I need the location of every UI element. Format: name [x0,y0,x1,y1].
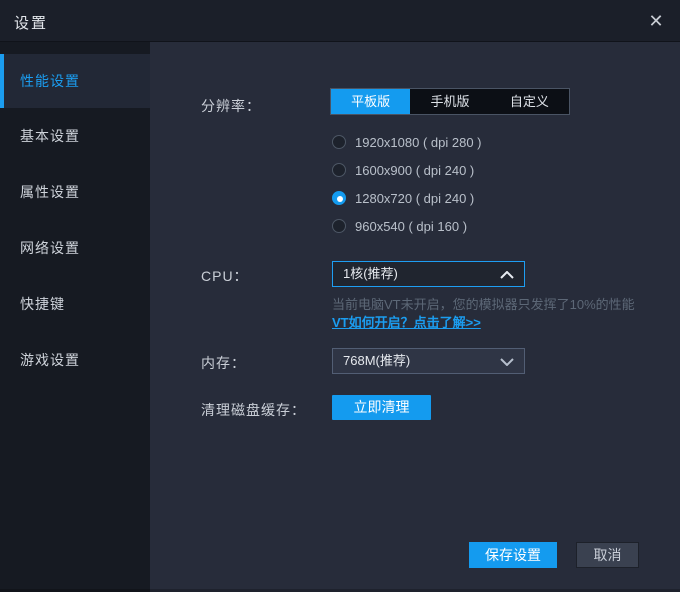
radio-icon [332,135,346,149]
cpu-dropdown-value: 1核(推荐) [343,266,398,281]
sidebar-item-network[interactable]: 网络设置 [0,220,150,276]
radio-label: 1920x1080 ( dpi 280 ) [355,134,482,150]
sidebar-item-shortcuts[interactable]: 快捷键 [0,276,150,332]
cancel-button[interactable]: 取消 [576,542,639,568]
titlebar: 设置 ✕ [0,0,680,42]
sidebar-item-label: 网络设置 [20,240,80,256]
sidebar-item-label: 性能设置 [20,73,80,89]
cpu-label: CPU： [201,268,249,284]
vt-warning-text: 当前电脑VT未开启，您的模拟器只发挥了10%的性能 [332,297,635,312]
chevron-up-icon [500,271,514,279]
radio-label: 960x540 ( dpi 160 ) [355,218,468,234]
clean-cache-label: 清理磁盘缓存： [201,402,306,418]
vt-help-link[interactable]: VT如何开启？点击了解>> [332,312,481,331]
radio-label: 1600x900 ( dpi 240 ) [355,162,475,178]
sidebar-item-property[interactable]: 属性设置 [0,164,150,220]
cpu-dropdown[interactable]: 1核(推荐) [332,261,525,287]
radio-1920x1080[interactable]: 1920x1080 ( dpi 280 ) [332,128,481,156]
memory-dropdown[interactable]: 768M(推荐) [332,348,525,374]
radio-label: 1280x720 ( dpi 240 ) [355,190,475,206]
sidebar-item-basic[interactable]: 基本设置 [0,108,150,164]
sidebar-item-performance[interactable]: 性能设置 [0,54,150,108]
tab-phone[interactable]: 手机版 [410,89,489,114]
memory-label: 内存： [201,355,246,371]
resolution-radio-group: 1920x1080 ( dpi 280 ) 1600x900 ( dpi 240… [332,128,481,240]
radio-icon [332,163,346,177]
save-settings-button[interactable]: 保存设置 [469,542,557,568]
resolution-label: 分辨率： [201,98,261,114]
resolution-tab-group: 平板版 手机版 自定义 [330,88,570,115]
sidebar: 性能设置 基本设置 属性设置 网络设置 快捷键 游戏设置 [0,42,150,592]
settings-window: 设置 ✕ 性能设置 基本设置 属性设置 网络设置 快捷键 游戏设置 分辨率： 平… [0,0,680,592]
radio-960x540[interactable]: 960x540 ( dpi 160 ) [332,212,481,240]
window-title: 设置 [14,15,49,32]
tab-tablet[interactable]: 平板版 [331,89,411,114]
tab-custom[interactable]: 自定义 [490,89,569,114]
sidebar-item-label: 属性设置 [20,184,80,200]
memory-dropdown-value: 768M(推荐) [343,353,411,368]
close-icon[interactable]: ✕ [645,10,667,32]
sidebar-item-label: 游戏设置 [20,352,80,368]
radio-icon [332,219,346,233]
radio-1600x900[interactable]: 1600x900 ( dpi 240 ) [332,156,481,184]
settings-content: 分辨率： 平板版 手机版 自定义 1920x1080 ( dpi 280 ) 1… [150,42,680,592]
radio-1280x720[interactable]: 1280x720 ( dpi 240 ) [332,184,481,212]
clean-now-button[interactable]: 立即清理 [332,395,431,420]
radio-selected-icon [332,191,346,205]
chevron-down-icon [500,358,514,366]
sidebar-item-label: 基本设置 [20,128,80,144]
sidebar-item-game[interactable]: 游戏设置 [0,332,150,388]
sidebar-item-label: 快捷键 [20,296,65,312]
